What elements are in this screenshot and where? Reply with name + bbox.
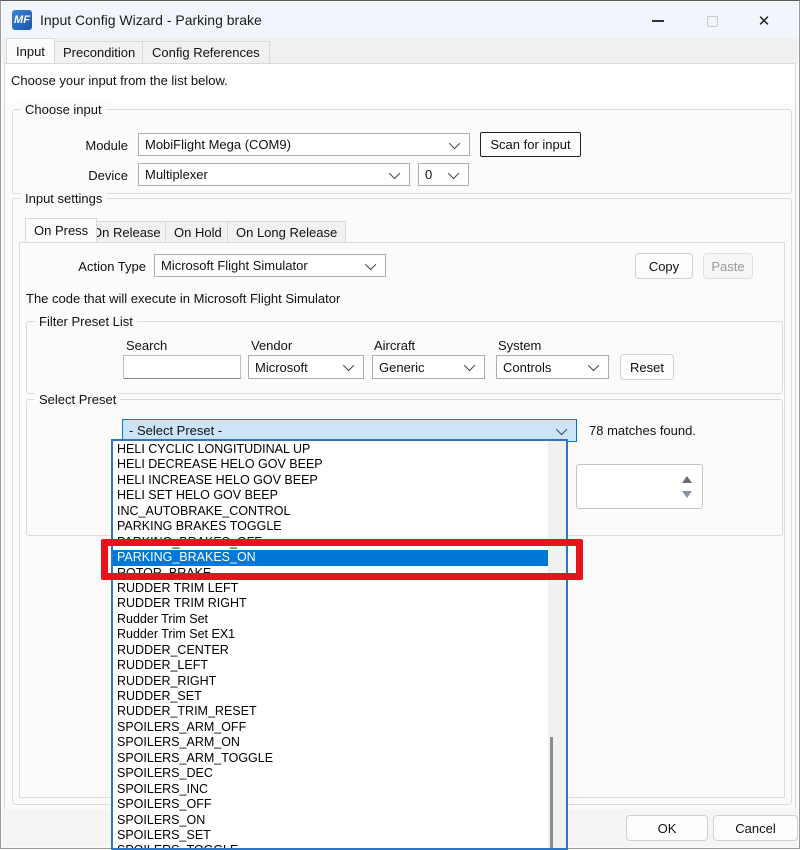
minimize-icon: [652, 20, 664, 22]
instruction-text: Choose your input from the list below.: [6, 65, 794, 103]
preset-list-item[interactable]: RUDDER_CENTER: [113, 643, 548, 658]
close-button[interactable]: ✕: [744, 8, 784, 34]
main-tab-strip: Input Precondition Config References: [2, 38, 798, 63]
filter-preset-group: Filter Preset List Search Vendor Microso…: [26, 321, 783, 394]
aircraft-combobox[interactable]: Generic: [372, 355, 485, 379]
preset-list-item[interactable]: INC_AUTOBRAKE_CONTROL: [113, 504, 548, 519]
preset-dropdown-list: HELI CYCLIC LONGITUDINAL UPHELI DECREASE…: [111, 439, 568, 850]
preset-list-item[interactable]: RUDDER TRIM RIGHT: [113, 596, 548, 611]
reset-button[interactable]: Reset: [620, 354, 674, 380]
input-settings-legend: Input settings: [21, 191, 106, 206]
vendor-label: Vendor: [251, 338, 292, 353]
preset-list-item[interactable]: SPOILERS_TOGGLE: [113, 843, 548, 850]
device-label: Device: [43, 168, 128, 183]
search-input[interactable]: [123, 355, 241, 379]
preset-list-item[interactable]: RUDDER_SET: [113, 689, 548, 704]
select-preset-legend: Select Preset: [35, 392, 120, 407]
spinner-up-icon[interactable]: [682, 476, 692, 483]
preset-list-items: HELI CYCLIC LONGITUDINAL UPHELI DECREASE…: [113, 442, 548, 850]
device-combobox[interactable]: Multiplexer: [138, 163, 410, 186]
search-label: Search: [126, 338, 167, 353]
matches-found-text: 78 matches found.: [589, 423, 696, 438]
vendor-value: Microsoft: [249, 360, 346, 375]
action-type-label: Action Type: [53, 259, 146, 274]
system-combobox[interactable]: Controls: [496, 355, 609, 379]
preset-list-item[interactable]: RUDDER_LEFT: [113, 658, 548, 673]
preset-list-item[interactable]: Rudder Trim Set EX1: [113, 627, 548, 642]
preset-list-item[interactable]: SPOILERS_ARM_TOGGLE: [113, 751, 548, 766]
scrollbar-track[interactable]: [548, 441, 566, 848]
value-spinner[interactable]: [576, 464, 703, 509]
preset-list-item[interactable]: SPOILERS_ON: [113, 813, 548, 828]
app-icon: MF: [12, 10, 32, 30]
title-bar: MF Input Config Wizard - Parking brake ✕: [2, 2, 798, 38]
module-combobox[interactable]: MobiFlight Mega (COM9): [138, 133, 470, 156]
system-value: Controls: [497, 360, 591, 375]
preset-list-item[interactable]: HELI INCREASE HELO GOV BEEP: [113, 473, 548, 488]
tab-input[interactable]: Input: [6, 38, 55, 63]
choose-input-group: Choose input Module MobiFlight Mega (COM…: [12, 109, 792, 194]
scrollbar-thumb[interactable]: [550, 737, 553, 848]
preset-list-item[interactable]: SPOILERS_ARM_OFF: [113, 720, 548, 735]
preset-list-item[interactable]: HELI SET HELO GOV BEEP: [113, 488, 548, 503]
ok-button[interactable]: OK: [626, 815, 708, 841]
preset-list-item[interactable]: HELI DECREASE HELO GOV BEEP: [113, 457, 548, 472]
tab-on-press[interactable]: On Press: [25, 218, 97, 242]
choose-input-legend: Choose input: [21, 102, 106, 117]
preset-list-item[interactable]: RUDDER TRIM LEFT: [113, 581, 548, 596]
tab-config-references[interactable]: Config References: [142, 41, 270, 63]
cancel-button[interactable]: Cancel: [713, 815, 798, 841]
minimize-button[interactable]: [638, 8, 678, 34]
preset-list-item[interactable]: SPOILERS_OFF: [113, 797, 548, 812]
tab-on-hold[interactable]: On Hold: [165, 221, 231, 242]
dialog-window: MF Input Config Wizard - Parking brake ✕…: [0, 0, 800, 849]
aircraft-value: Generic: [373, 360, 467, 375]
system-label: System: [498, 338, 541, 353]
select-preset-value: - Select Preset -: [123, 423, 559, 438]
scan-for-input-button[interactable]: Scan for input: [480, 132, 581, 157]
maximize-button: [692, 8, 732, 34]
preset-list-item[interactable]: SPOILERS_SET: [113, 828, 548, 843]
window-title: Input Config Wizard - Parking brake: [40, 12, 262, 28]
module-value: MobiFlight Mega (COM9): [139, 137, 452, 152]
filter-preset-legend: Filter Preset List: [35, 314, 137, 329]
preset-list-item[interactable]: RUDDER_RIGHT: [113, 674, 548, 689]
preset-list-item[interactable]: SPOILERS_DEC: [113, 766, 548, 781]
preset-list-item[interactable]: HELI CYCLIC LONGITUDINAL UP: [113, 442, 548, 457]
vendor-combobox[interactable]: Microsoft: [248, 355, 364, 379]
module-label: Module: [43, 138, 128, 153]
annotation-highlight-rectangle: [101, 539, 583, 580]
preset-list-item[interactable]: SPOILERS_INC: [113, 782, 548, 797]
maximize-icon: [707, 16, 718, 27]
paste-button[interactable]: Paste: [703, 253, 753, 279]
tab-on-long-release[interactable]: On Long Release: [227, 221, 346, 242]
action-type-combobox[interactable]: Microsoft Flight Simulator: [154, 254, 386, 277]
spinner-down-icon[interactable]: [682, 491, 692, 498]
copy-button[interactable]: Copy: [635, 253, 693, 279]
tab-precondition[interactable]: Precondition: [53, 41, 145, 63]
preset-list-item[interactable]: RUDDER_TRIM_RESET: [113, 704, 548, 719]
code-note-text: The code that will execute in Microsoft …: [26, 291, 340, 306]
device-index-value: 0: [419, 167, 451, 182]
preset-list-item[interactable]: PARKING BRAKES TOGGLE: [113, 519, 548, 534]
aircraft-label: Aircraft: [374, 338, 415, 353]
device-value: Multiplexer: [139, 167, 392, 182]
preset-list-item[interactable]: SPOILERS_ARM_ON: [113, 735, 548, 750]
device-index-combobox[interactable]: 0: [418, 163, 469, 186]
preset-list-item[interactable]: Rudder Trim Set: [113, 612, 548, 627]
action-type-value: Microsoft Flight Simulator: [155, 258, 368, 273]
